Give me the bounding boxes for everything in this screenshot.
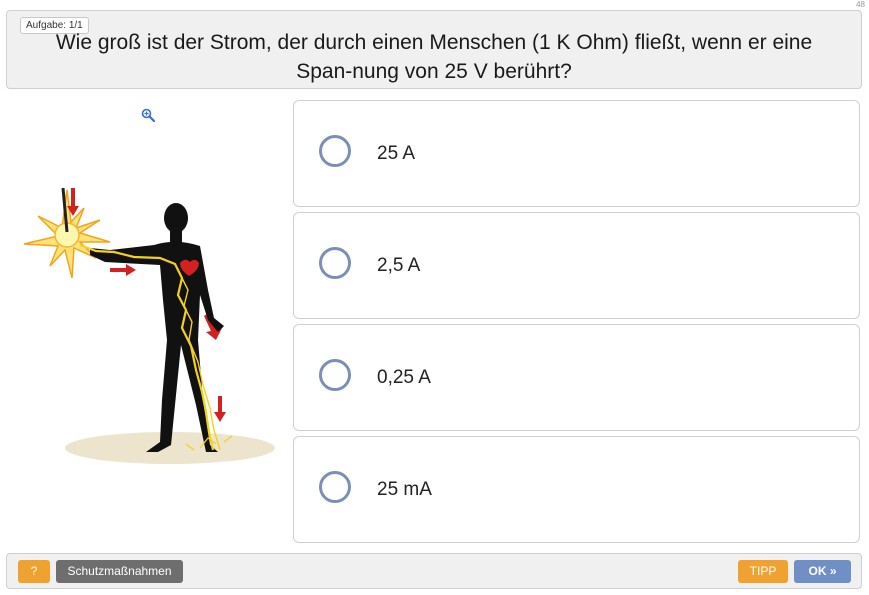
radio-icon[interactable] <box>319 359 351 391</box>
protective-measures-button[interactable]: Schutzmaßnahmen <box>56 560 183 583</box>
answer-label: 2,5 A <box>377 255 421 276</box>
answer-label: 25 mA <box>377 479 432 500</box>
answer-option[interactable]: 25 A <box>293 100 860 207</box>
answer-option[interactable]: 25 mA <box>293 436 860 543</box>
electric-shock-illustration <box>23 187 275 464</box>
tip-button[interactable]: TIPP <box>738 560 788 583</box>
answer-label: 0,25 A <box>377 367 431 388</box>
radio-icon[interactable] <box>319 471 351 503</box>
spark-burst-icon <box>23 189 111 279</box>
help-button[interactable]: ? <box>18 560 50 583</box>
page-number: 48 <box>856 0 865 9</box>
question-panel: Aufgabe: 1/1 Wie groß ist der Strom, der… <box>6 10 862 89</box>
ok-button[interactable]: OK » <box>794 560 851 583</box>
radio-icon[interactable] <box>319 135 351 167</box>
answer-option[interactable]: 0,25 A <box>293 324 860 431</box>
answer-option[interactable]: 2,5 A <box>293 212 860 319</box>
footer-toolbar: ? Schutzmaßnahmen TIPP OK » <box>6 553 862 589</box>
radio-icon[interactable] <box>319 247 351 279</box>
question-text: Wie groß ist der Strom, der durch einen … <box>55 31 813 83</box>
answer-label: 25 A <box>377 143 416 164</box>
